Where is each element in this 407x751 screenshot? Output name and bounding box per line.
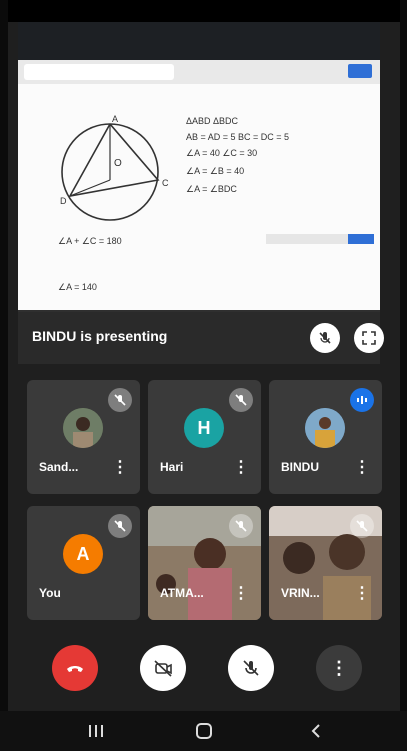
mute-indicator [108, 388, 132, 412]
browser-tab [24, 64, 174, 80]
wb-button [348, 234, 374, 244]
mute-indicator [108, 514, 132, 538]
wb-label-c: C [162, 178, 169, 188]
participant-tile-you[interactable]: A You [27, 506, 140, 620]
whiteboard-drawing: A D C O ΔABD ΔBDC AB = AD = 5 BC = DC = … [58, 114, 374, 292]
wb-line-7: ∠A = 140 [58, 282, 97, 292]
wb-label-o: O [114, 158, 122, 169]
whiteboard: A D C O ΔABD ΔBDC AB = AD = 5 BC = DC = … [18, 84, 380, 312]
mute-indicator [229, 388, 253, 412]
avatar [63, 408, 103, 448]
mic-off-icon [235, 394, 247, 406]
mic-off-icon [235, 520, 247, 532]
participant-tile-atma[interactable]: ATMA... ⋮ [148, 506, 261, 620]
status-bar [8, 0, 400, 22]
wb-input-strip [266, 234, 348, 244]
participant-name: Sand... [39, 460, 79, 474]
fullscreen-button[interactable] [354, 323, 384, 353]
mic-off-icon [114, 520, 126, 532]
wb-label-a: A [112, 114, 118, 124]
participant-tile-sandhya[interactable]: Sand... ⋮ [27, 380, 140, 494]
presenting-bar: BINDU is presenting [18, 312, 384, 364]
mic-toggle-button[interactable] [228, 645, 274, 691]
wb-line-1: ΔABD ΔBDC [186, 116, 239, 126]
mic-off-icon [319, 332, 331, 344]
more-options-icon[interactable]: ⋮ [112, 460, 128, 476]
avatar-photo-icon [63, 408, 103, 448]
mute-presentation-button[interactable] [310, 323, 340, 353]
participant-name: ATMA... [160, 586, 204, 600]
fullscreen-icon [362, 331, 376, 345]
camera-off-icon [154, 660, 172, 677]
shared-screen: A D C O ΔABD ΔBDC AB = AD = 5 BC = DC = … [18, 22, 380, 312]
browser-tab-bar [18, 60, 380, 85]
back-icon [311, 724, 320, 738]
wb-line2 [69, 179, 111, 197]
more-options-icon[interactable]: ⋮ [233, 586, 249, 602]
audio-level-icon [357, 396, 367, 404]
wb-line-6: ∠A + ∠C = 180 [58, 236, 122, 246]
wb-line-2: AB = AD = 5 BC = DC = 5 [186, 132, 289, 142]
participant-name: You [39, 586, 61, 600]
call-controls: ⋮ [0, 635, 407, 705]
android-nav-bar [0, 711, 407, 751]
more-options-button[interactable]: ⋮ [316, 645, 362, 691]
wb-line-4: ∠A = ∠B = 40 [186, 166, 244, 176]
wb-line-5: ∠A = ∠BDC [186, 184, 237, 194]
share-button [348, 64, 372, 78]
wb-line-3: ∠A = 40 ∠C = 30 [186, 148, 257, 158]
recent-apps-icon [89, 725, 103, 737]
camera-toggle-button[interactable] [140, 645, 186, 691]
mute-indicator [229, 514, 253, 538]
presenting-text: BINDU is presenting [32, 328, 168, 344]
participant-name: Hari [160, 460, 184, 474]
participant-tile-vrinda[interactable]: VRIN... ⋮ [269, 506, 382, 620]
recent-apps-button[interactable] [86, 721, 106, 741]
more-options-icon[interactable]: ⋮ [233, 460, 249, 476]
mic-off-icon [356, 520, 368, 532]
home-icon [196, 723, 212, 739]
mic-off-icon [243, 660, 259, 676]
participant-name: BINDU [281, 460, 319, 474]
participant-tile-hari[interactable]: H Hari ⋮ [148, 380, 261, 494]
phone-hangup-icon [67, 666, 83, 672]
home-button[interactable] [194, 721, 214, 741]
avatar-letter: H [184, 408, 224, 448]
avatar-letter: A [63, 534, 103, 574]
more-vertical-icon: ⋮ [330, 657, 348, 678]
mic-off-icon [114, 394, 126, 406]
mute-indicator [350, 514, 374, 538]
avatar [305, 408, 345, 448]
participant-tile-bindu[interactable]: BINDU ⋮ [269, 380, 382, 494]
back-button[interactable] [306, 721, 326, 741]
participant-name: VRIN... [281, 586, 320, 600]
end-call-button[interactable] [52, 645, 98, 691]
speaking-indicator [350, 388, 374, 412]
browser-top-bar [18, 22, 380, 60]
more-options-icon[interactable]: ⋮ [354, 460, 370, 476]
more-options-icon[interactable]: ⋮ [354, 586, 370, 602]
avatar-photo-icon [305, 408, 345, 448]
wb-label-d: D [60, 196, 67, 206]
